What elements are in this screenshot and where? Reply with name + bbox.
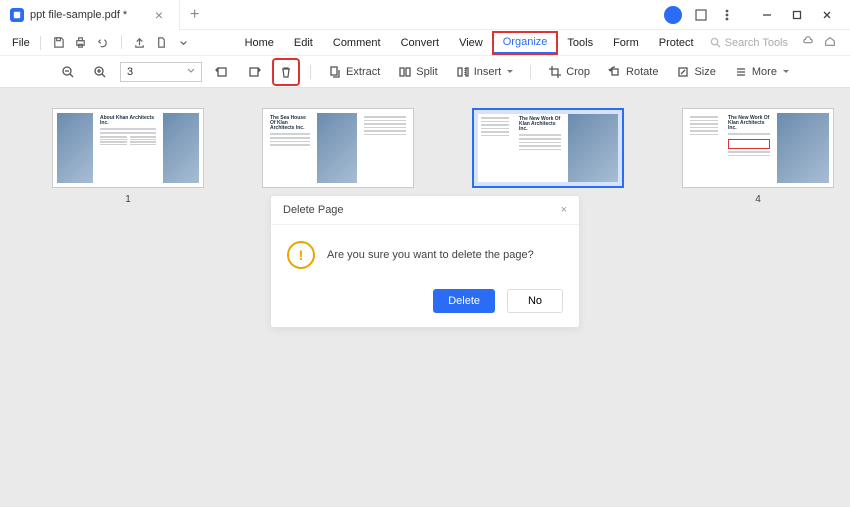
share-icon[interactable] — [132, 35, 148, 51]
dialog-message: Are you sure you want to delete the page… — [327, 249, 534, 261]
extract-button[interactable]: Extract — [323, 62, 385, 82]
new-tab-button[interactable]: + — [180, 6, 209, 24]
search-placeholder: Search Tools — [725, 37, 788, 49]
delete-page-dialog: Delete Page × ! Are you sure you want to… — [270, 195, 580, 328]
menu-view[interactable]: View — [449, 33, 493, 53]
page-thumbnail[interactable]: The Sea House Of Klan Architects Inc. — [262, 108, 414, 188]
titlebar: ppt file-sample.pdf * × + — [0, 0, 850, 30]
tab-title: ppt file-sample.pdf * — [30, 9, 145, 21]
menu-edit[interactable]: Edit — [284, 33, 323, 53]
page-thumb-col: The New Work Of Klan Architects Inc. 4 — [682, 108, 834, 205]
menu-organize[interactable]: Organize — [493, 32, 558, 54]
window-maximize-button[interactable] — [782, 3, 812, 27]
window-minimize-button[interactable] — [752, 3, 782, 27]
insert-button[interactable]: Insert — [451, 62, 519, 82]
tab-close-icon[interactable]: × — [151, 7, 167, 23]
dropdown-caret-icon[interactable] — [176, 35, 192, 51]
undo-icon[interactable] — [95, 35, 111, 51]
quick-access-toolbar — [51, 35, 192, 51]
crop-button[interactable]: Crop — [543, 62, 595, 82]
cloud-icon[interactable] — [802, 34, 814, 52]
main-menu: Home Edit Comment Convert View Organize … — [235, 32, 704, 54]
dialog-close-icon[interactable]: × — [561, 204, 567, 216]
kebab-menu-icon[interactable] — [720, 8, 734, 22]
file-icon[interactable] — [154, 35, 170, 51]
dialog-no-button[interactable]: No — [507, 289, 563, 313]
page-number-value: 3 — [127, 66, 133, 78]
page-number-label: 1 — [125, 194, 131, 205]
page-thumb-col: The Sea House Of Klan Architects Inc. 2 — [262, 108, 414, 205]
menu-home[interactable]: Home — [235, 33, 284, 53]
rotate-right-button[interactable] — [242, 62, 266, 82]
rotate-left-button[interactable] — [210, 62, 234, 82]
delete-page-button[interactable] — [274, 60, 298, 84]
menubar: File Home Edit Comment Convert View Orga… — [0, 30, 850, 56]
document-tab[interactable]: ppt file-sample.pdf * × — [0, 0, 180, 30]
rotate-button[interactable]: Rotate — [603, 62, 663, 82]
size-button[interactable]: Size — [671, 62, 720, 82]
page-dd-chevron-icon — [187, 66, 195, 78]
page-thumbnail[interactable]: About Khan Architects Inc. — [52, 108, 204, 188]
menu-comment[interactable]: Comment — [323, 33, 391, 53]
menu-tools[interactable]: Tools — [557, 33, 603, 53]
file-menu[interactable]: File — [6, 37, 36, 49]
menu-form[interactable]: Form — [603, 33, 649, 53]
warning-icon: ! — [287, 241, 315, 269]
notes-icon[interactable] — [694, 8, 708, 22]
window-close-button[interactable] — [812, 3, 842, 27]
page-thumb-col: About Khan Architects Inc. 1 — [52, 108, 204, 205]
page-number-label: 4 — [755, 194, 761, 205]
user-avatar[interactable] — [664, 6, 682, 24]
app-window: ppt file-sample.pdf * × + File — [0, 0, 850, 507]
zoom-in-button[interactable] — [88, 62, 112, 82]
menu-protect[interactable]: Protect — [649, 33, 704, 53]
titlebar-right — [664, 3, 850, 27]
dialog-title: Delete Page — [283, 204, 344, 216]
app-icon — [10, 8, 24, 22]
menu-convert[interactable]: Convert — [391, 33, 450, 53]
dialog-delete-button[interactable]: Delete — [433, 289, 495, 313]
split-button[interactable]: Split — [393, 62, 442, 82]
save-icon[interactable] — [51, 35, 67, 51]
page-thumbnail[interactable]: The New Work Of Klan Architects Inc. — [682, 108, 834, 188]
print-icon[interactable] — [73, 35, 89, 51]
zoom-out-button[interactable] — [56, 62, 80, 82]
page-number-input[interactable]: 3 — [120, 62, 202, 82]
page-thumbnail-selected[interactable]: The New Work Of Klan Architects Inc. — [472, 108, 624, 188]
home-icon[interactable] — [824, 34, 836, 52]
more-button[interactable]: More — [729, 62, 794, 82]
page-thumb-col: The New Work Of Klan Architects Inc. 3 — [472, 108, 624, 205]
search-tools[interactable]: Search Tools — [704, 37, 794, 49]
organize-toolbar: 3 Extract Split Insert Crop Rotate Size … — [0, 56, 850, 88]
